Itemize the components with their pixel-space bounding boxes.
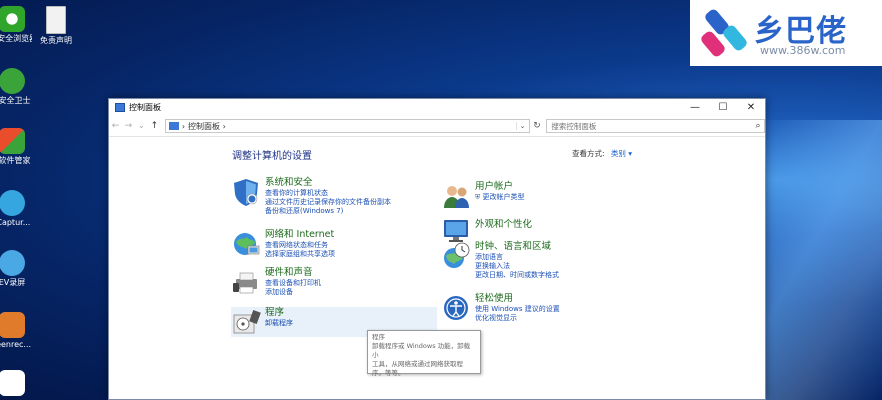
view-by-dropdown[interactable]: 类别 ▾ [611, 149, 632, 158]
link-backup-restore[interactable]: 备份和还原(Windows 7) [265, 207, 391, 216]
printer-icon [233, 272, 257, 294]
breadcrumb-separator: › [181, 121, 186, 131]
desktop-icon-browser[interactable]: 0安全浏览器 [0, 6, 32, 44]
category-title-appearance[interactable]: 外观和个性化 [475, 219, 532, 231]
app-icon [0, 370, 25, 396]
capture-icon [0, 190, 25, 216]
category-hardware-sound: 硬件和声音 查看设备和打印机 添加设备 [231, 267, 321, 297]
search-input[interactable] [547, 121, 752, 131]
desktop-icon-screenrecorder[interactable]: reenrec... [0, 312, 32, 350]
view-by: 查看方式: 类别 ▾ [572, 148, 632, 159]
desktop-icon-security-guard[interactable]: 0安全卫士 [0, 68, 32, 106]
programs-icon [233, 309, 261, 334]
link-uninstall-program[interactable]: 卸载程序 [265, 319, 293, 328]
link-homegroup-sharing[interactable]: 选择家庭组和共享选项 [265, 250, 335, 259]
category-title-hardware-sound[interactable]: 硬件和声音 [265, 267, 321, 279]
screenrecorder-icon [0, 312, 25, 338]
watermark-url: www.386w.com [760, 44, 846, 57]
document-icon [46, 6, 66, 34]
up-button[interactable]: ↑ [148, 121, 161, 131]
tooltip-title: 程序 [372, 333, 385, 341]
breadcrumb-control-panel[interactable]: 控制面板 › [188, 121, 516, 132]
category-title-user-accounts[interactable]: 用户帐户 [475, 181, 524, 193]
watermark-logo-icon [701, 9, 747, 57]
software-manager-icon [0, 128, 25, 154]
category-network-internet: 网络和 Internet 查看网络状态和任务 选择家庭组和共享选项 [231, 229, 335, 259]
ease-of-access-icon [444, 296, 468, 320]
forward-button[interactable]: → [122, 121, 135, 131]
category-title-ease-of-access[interactable]: 轻松使用 [475, 293, 560, 305]
link-add-language[interactable]: 添加语言 [475, 253, 559, 262]
link-change-date-time-format[interactable]: 更改日期、时间或数字格式 [475, 271, 559, 280]
link-file-history-backup[interactable]: 通过文件历史记录保存你的文件备份副本 [265, 198, 391, 207]
light-beam [752, 120, 882, 400]
control-panel-icon [115, 103, 125, 112]
recent-locations-button[interactable]: ⌄ [135, 121, 148, 131]
tooltip-line: 卸载程序或 Windows 功能，卸载小 [372, 342, 471, 359]
maximize-button[interactable]: ☐ [709, 99, 737, 116]
link-add-device[interactable]: 添加设备 [265, 288, 321, 297]
control-panel-icon [168, 122, 179, 130]
category-system-security: 系统和安全 查看你的计算机状态 通过文件历史记录保存你的文件备份副本 备份和还原… [231, 177, 391, 216]
link-devices-printers[interactable]: 查看设备和打印机 [265, 279, 321, 288]
shield-plus-icon [0, 68, 25, 94]
category-user-accounts: 用户帐户 ⛨ 更改帐户类型 [441, 181, 524, 211]
clock-globe-icon [444, 242, 470, 268]
link-network-status[interactable]: 查看网络状态和任务 [265, 241, 335, 250]
category-ease-of-access: 轻松使用 使用 Windows 建议的设置 优化视觉显示 [441, 293, 560, 323]
title-bar[interactable]: 控制面板 — ☐ ✕ [109, 99, 765, 116]
category-title-network-internet[interactable]: 网络和 Internet [265, 229, 335, 241]
navigation-bar: ← → ⌄ ↑ › 控制面板 › ⌄ ↻ ⌕ [109, 116, 765, 137]
link-change-account-type[interactable]: ⛨ 更改帐户类型 [475, 193, 524, 202]
globe-network-icon [234, 233, 260, 255]
watermark-logo: 乡巴佬 www.386w.com [690, 0, 882, 66]
window-title: 控制面板 [129, 103, 161, 112]
ev-recorder-icon [0, 250, 25, 276]
category-title-clock-language-region[interactable]: 时钟、语言和区域 [475, 241, 559, 253]
address-dropdown-button[interactable]: ⌄ [515, 122, 529, 130]
view-by-label: 查看方式: [572, 149, 605, 158]
shield-icon [234, 179, 258, 206]
category-clock-language-region: 时钟、语言和区域 添加语言 更换输入法 更改日期、时间或数字格式 [441, 241, 559, 280]
minimize-button[interactable]: — [681, 99, 709, 116]
search-box: ⌕ [546, 119, 765, 133]
tooltip-line: 工具，从网络或通过网络获取程 [372, 360, 463, 368]
page-title: 调整计算机的设置 [232, 151, 312, 162]
desktop-icon-ev-recorder[interactable]: EV录屏 [0, 250, 32, 288]
desktop-icon-app[interactable] [0, 370, 32, 398]
desktop-icon-disclaimer[interactable]: 免责声明 [36, 6, 76, 46]
desktop-icon-capture[interactable]: /Captur... [0, 190, 32, 228]
link-optimize-visual-display[interactable]: 优化视觉显示 [475, 314, 560, 323]
tooltip-line: 序。等等。 [372, 369, 405, 377]
users-icon [444, 186, 469, 208]
search-icon[interactable]: ⌕ [752, 121, 764, 131]
uac-shield-icon: ⛨ [475, 193, 481, 201]
category-title-system-security[interactable]: 系统和安全 [265, 177, 391, 189]
close-button[interactable]: ✕ [737, 99, 765, 116]
refresh-button[interactable]: ↻ [530, 121, 545, 131]
desktop-icon-software-manager[interactable]: 0软件管家 [0, 128, 32, 166]
link-view-computer-status[interactable]: 查看你的计算机状态 [265, 189, 391, 198]
control-panel-window: 控制面板 — ☐ ✕ ← → ⌄ ↑ › 控制面板 › ⌄ ↻ ⌕ 调整计算机的… [108, 98, 766, 400]
back-button[interactable]: ← [109, 121, 122, 131]
browser-icon [0, 6, 25, 32]
link-change-input-method[interactable]: 更换输入法 [475, 262, 559, 271]
category-title-programs[interactable]: 程序 [265, 307, 293, 319]
link-windows-recommended-settings[interactable]: 使用 Windows 建议的设置 [475, 305, 560, 314]
address-bar[interactable]: › 控制面板 › ⌄ [164, 119, 530, 133]
programs-tooltip: 程序 卸载程序或 Windows 功能，卸载小 工具，从网络或通过网络获取程 序… [367, 330, 481, 377]
